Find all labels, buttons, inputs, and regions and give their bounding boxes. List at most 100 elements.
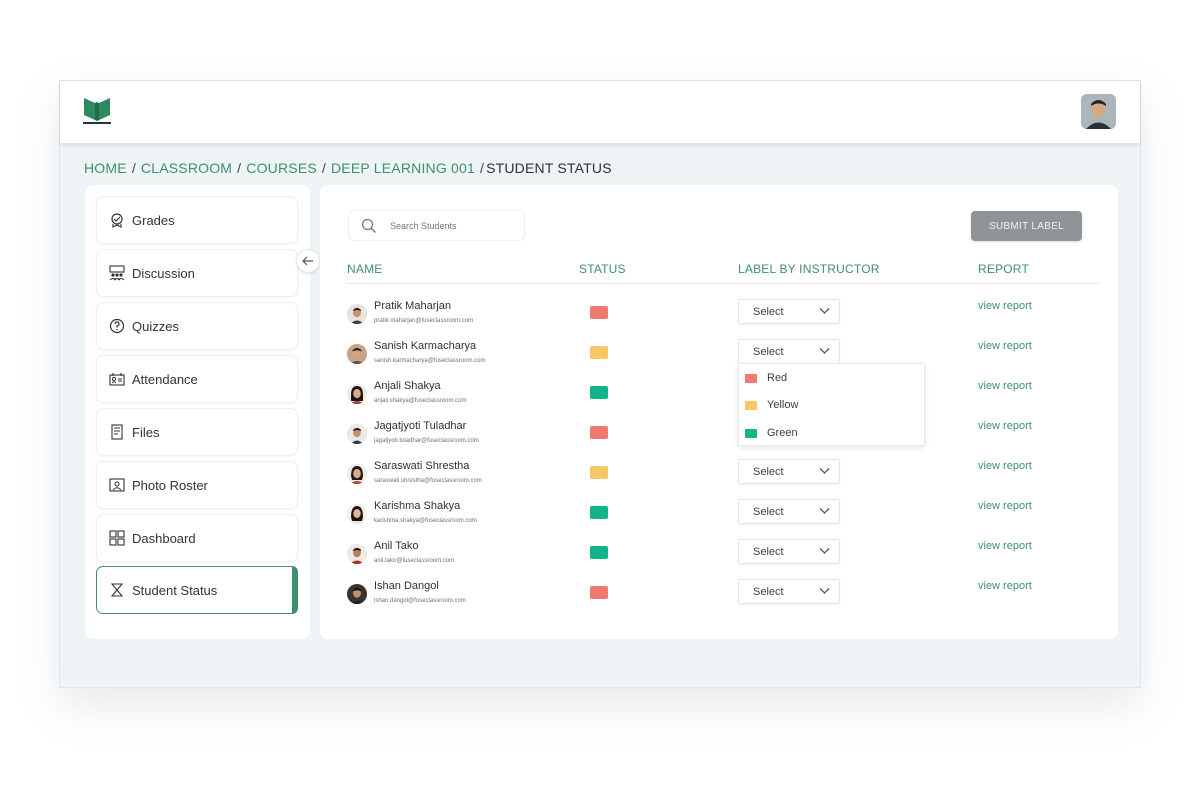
sidebar-item-dashboard[interactable]: Dashboard <box>96 514 298 562</box>
sidebar-item-label: Files <box>132 424 160 440</box>
column-header-name: NAME <box>347 262 383 276</box>
student-avatar <box>347 424 367 444</box>
student-avatar <box>347 384 367 404</box>
header-divider <box>346 283 1100 284</box>
chevron-down-icon <box>819 468 830 474</box>
select-value: Select <box>753 505 784 518</box>
sidebar-item-grades[interactable]: Grades <box>96 196 298 244</box>
view-report-link[interactable]: view report <box>978 460 1032 472</box>
student-name: Anil Tako <box>374 540 419 552</box>
label-dropdown-menu: Red Yellow Green <box>738 363 925 446</box>
chevron-down-icon <box>819 308 830 314</box>
student-name: Ishan Dangol <box>374 580 439 592</box>
status-indicator-green <box>590 506 608 519</box>
chevron-down-icon <box>819 588 830 594</box>
label-select[interactable]: Select <box>738 539 840 564</box>
breadcrumb-courses[interactable]: COURSES <box>246 160 317 176</box>
top-bar <box>60 81 1140 143</box>
status-indicator-yellow <box>590 466 608 479</box>
chevron-down-icon <box>819 348 830 354</box>
table-row: Anjali Shakya anjali.shakya@fuseclassroo… <box>320 380 1118 410</box>
red-swatch <box>745 373 757 383</box>
breadcrumb-course[interactable]: DEEP LEARNING 001 <box>331 160 475 176</box>
table-row: Anil Tako anil.tako@fuseclassroom.com Se… <box>320 539 1118 570</box>
column-header-report: REPORT <box>978 262 1029 276</box>
label-select[interactable]: Select <box>738 459 840 484</box>
student-avatar <box>347 544 367 564</box>
dropdown-option-green[interactable]: Green <box>745 424 798 442</box>
sidebar-item-label: Attendance <box>132 371 198 387</box>
student-name: Anjali Shakya <box>374 380 441 392</box>
dashboard-icon <box>109 530 125 546</box>
select-value: Select <box>753 305 784 318</box>
status-indicator-green <box>590 546 608 559</box>
yellow-swatch <box>745 400 757 410</box>
arrow-left-icon <box>302 256 313 266</box>
user-avatar[interactable] <box>1081 94 1116 129</box>
sidebar-item-attendance[interactable]: Attendance <box>96 355 298 403</box>
breadcrumb: HOME / CLASSROOM / COURSES / DEEP LEARNING 001… <box>84 160 612 176</box>
view-report-link[interactable]: view report <box>978 380 1032 392</box>
label-select[interactable]: Select <box>738 579 840 604</box>
view-report-link[interactable]: view report <box>978 580 1032 592</box>
collapse-sidebar-button[interactable] <box>296 249 320 273</box>
student-avatar <box>347 464 367 484</box>
label-select[interactable]: Select <box>738 339 840 364</box>
breadcrumb-classroom[interactable]: CLASSROOM <box>141 160 232 176</box>
select-value: Select <box>753 545 784 558</box>
student-status-panel: SUBMIT LABEL NAME STATUS LABEL BY INSTRU… <box>320 185 1118 639</box>
table-row: Jagatjyoti Tuladhar jagatjyoti.tuladhar@… <box>320 420 1118 450</box>
student-name: Pratik Maharjan <box>374 300 452 312</box>
student-email: karishma.shakya@fuseclassroom.com <box>374 518 477 524</box>
sidebar-item-discussion[interactable]: Discussion <box>96 249 298 297</box>
option-label: Green <box>767 427 798 439</box>
view-report-link[interactable]: view report <box>978 420 1032 432</box>
sidebar-item-quizzes[interactable]: Quizzes <box>96 302 298 350</box>
sidebar-item-files[interactable]: Files <box>96 408 298 456</box>
sidebar-item-photo-roster[interactable]: Photo Roster <box>96 461 298 509</box>
grades-icon <box>111 213 123 228</box>
attendance-icon <box>109 373 125 386</box>
files-icon <box>111 424 123 440</box>
view-report-link[interactable]: view report <box>978 540 1032 552</box>
search-icon <box>361 218 376 233</box>
column-header-status: STATUS <box>579 262 626 276</box>
label-select[interactable]: Select <box>738 499 840 524</box>
sidebar-item-label: Photo Roster <box>132 477 208 493</box>
student-email: ishan.dangol@fuseclassroom.com <box>374 598 466 604</box>
table-row: Karishma Shakya karishma.shakya@fuseclas… <box>320 499 1118 530</box>
breadcrumb-home[interactable]: HOME <box>84 160 127 176</box>
dropdown-option-yellow[interactable]: Yellow <box>745 396 798 414</box>
option-label: Red <box>767 372 788 384</box>
view-report-link[interactable]: view report <box>978 500 1032 512</box>
photo-roster-icon <box>109 478 125 492</box>
column-header-label: LABEL BY INSTRUCTOR <box>738 262 880 276</box>
option-label: Yellow <box>767 399 799 411</box>
student-email: jagatjyoti.tuladhar@fuseclassroom.com <box>374 438 479 444</box>
search-box[interactable] <box>348 210 525 241</box>
chevron-down-icon <box>819 508 830 514</box>
discussion-icon <box>109 265 125 281</box>
student-email: pratik.maharjan@fuseclassroom.com <box>374 318 474 324</box>
view-report-link[interactable]: view report <box>978 300 1032 312</box>
student-avatar <box>347 504 367 524</box>
label-select[interactable]: Select <box>738 299 840 324</box>
breadcrumb-current: STUDENT STATUS <box>486 160 612 176</box>
chevron-down-icon <box>819 548 830 554</box>
book-logo-icon[interactable] <box>82 95 112 125</box>
status-indicator-red <box>590 426 608 439</box>
view-report-link[interactable]: view report <box>978 340 1032 352</box>
table-row: Sanish Karmacharya sanish.karmacharya@fu… <box>320 339 1118 370</box>
status-indicator-yellow <box>590 346 608 359</box>
sidebar-item-student-status[interactable]: Student Status <box>96 566 298 614</box>
student-name: Jagatjyoti Tuladhar <box>374 420 467 432</box>
table-row: Pratik Maharjan pratik.maharjan@fuseclas… <box>320 299 1118 330</box>
status-indicator-red <box>590 306 608 319</box>
dropdown-option-red[interactable]: Red <box>745 369 787 387</box>
student-avatar <box>347 304 367 324</box>
sidebar-item-label: Discussion <box>132 265 195 281</box>
search-input[interactable] <box>390 220 510 231</box>
submit-label-button[interactable]: SUBMIT LABEL <box>971 211 1082 241</box>
quiz-icon <box>109 318 125 334</box>
select-value: Select <box>753 345 784 358</box>
